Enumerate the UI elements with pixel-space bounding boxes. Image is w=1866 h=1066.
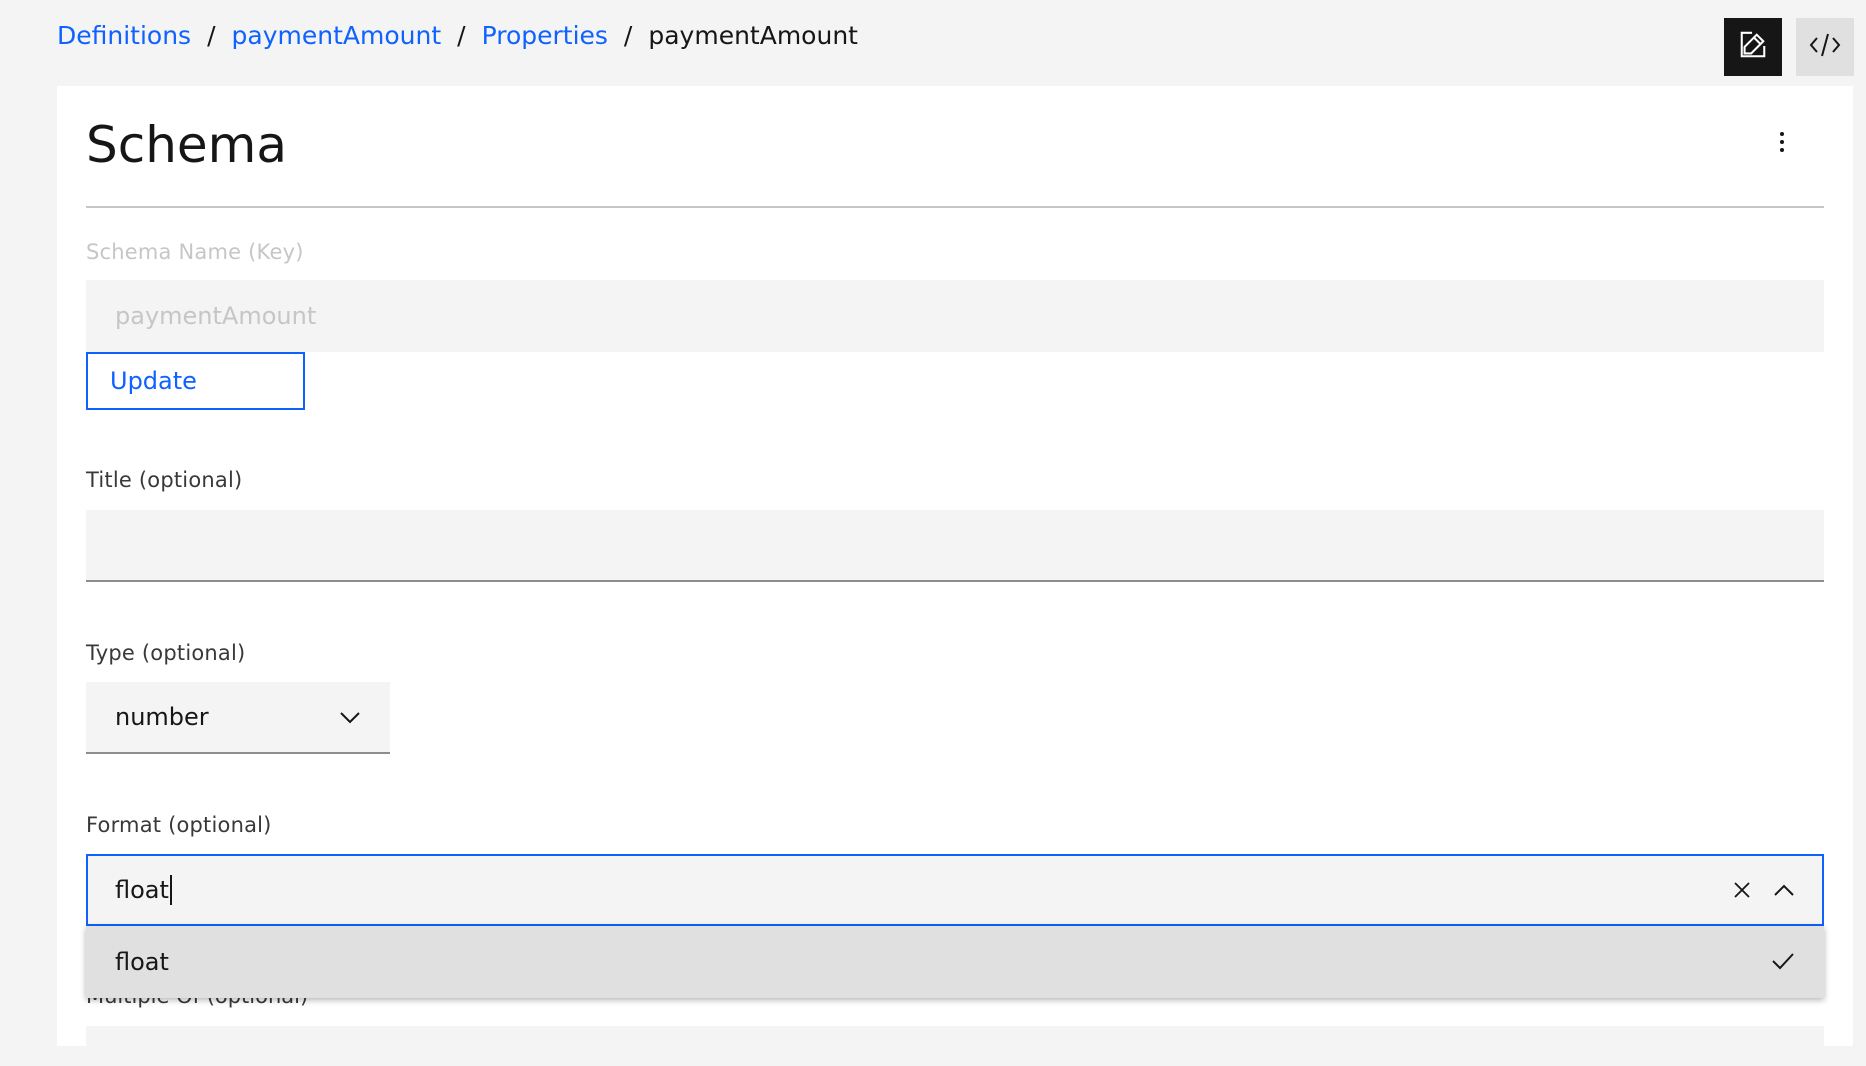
title-input[interactable] (86, 510, 1824, 582)
multiple-of-input[interactable] (86, 1026, 1824, 1066)
breadcrumb-link-definitions[interactable]: Definitions (57, 18, 191, 54)
format-label: Format (optional) (86, 813, 272, 837)
code-icon (1808, 30, 1842, 64)
title-label: Title (optional) (86, 468, 243, 492)
type-select[interactable]: number (86, 682, 390, 754)
format-option-label: float (115, 948, 169, 976)
format-combobox-actions (1733, 881, 1795, 899)
source-view-button[interactable] (1796, 18, 1854, 76)
text-cursor (169, 875, 172, 905)
chevron-down-icon (339, 703, 361, 731)
heading-divider (86, 206, 1824, 208)
schema-name-input[interactable] (86, 280, 1824, 352)
edit-mode-button[interactable] (1724, 18, 1782, 76)
breadcrumb-current: paymentAmount (648, 21, 858, 50)
schema-card: Schema Schema Name (Key) Update Title (o… (57, 86, 1853, 1066)
type-label: Type (optional) (86, 641, 246, 665)
checkmark-icon (1771, 948, 1795, 976)
format-option-float[interactable]: float (86, 926, 1824, 998)
clear-icon[interactable] (1733, 881, 1751, 899)
overflow-menu-icon[interactable] (1768, 128, 1796, 156)
page-title: Schema (86, 116, 288, 174)
breadcrumb-link-properties[interactable]: Properties (482, 18, 608, 54)
update-button[interactable]: Update (86, 352, 305, 410)
breadcrumb-separator: / (207, 21, 216, 50)
schema-name-label: Schema Name (Key) (86, 240, 304, 264)
breadcrumb: Definitions / paymentAmount / Properties… (57, 18, 858, 54)
breadcrumb-link-paymentamount[interactable]: paymentAmount (232, 18, 442, 54)
edit-icon (1738, 30, 1768, 64)
format-combobox-input[interactable]: float (115, 875, 172, 905)
format-combobox[interactable]: float (86, 854, 1824, 926)
type-select-value: number (115, 703, 209, 731)
chevron-up-icon[interactable] (1773, 883, 1795, 897)
breadcrumb-separator: / (623, 21, 633, 50)
breadcrumb-separator: / (457, 21, 466, 50)
format-input-text: float (115, 876, 169, 904)
